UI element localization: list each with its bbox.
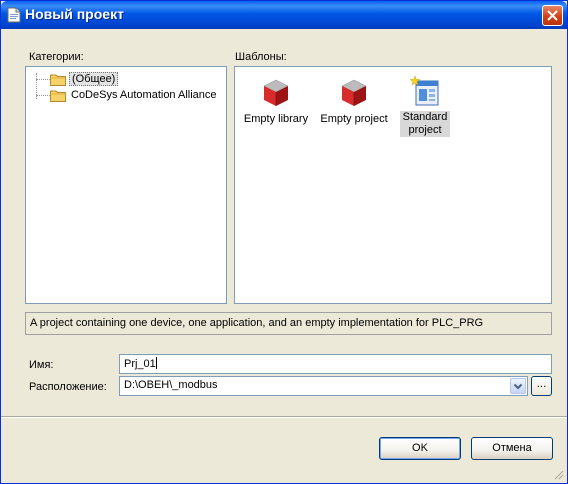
templates-list[interactable]: Empty library Empty project Standard pro… [234, 66, 552, 304]
close-button[interactable] [542, 5, 563, 26]
location-label: Расположение: [29, 381, 107, 393]
ok-button[interactable]: OK [379, 437, 461, 460]
category-item-general[interactable]: (Общее) [50, 71, 119, 87]
chevron-down-icon [513, 383, 523, 390]
text-caret [155, 357, 157, 369]
templates-label: Шаблоны: [235, 51, 287, 63]
categories-label: Категории: [29, 51, 84, 63]
new-project-dialog: Новый проект Категории: (Общее) CoDeSys … [0, 0, 568, 484]
folder-icon [50, 90, 66, 102]
tree-connector [36, 79, 50, 80]
document-icon [7, 7, 21, 23]
dialog-separator [1, 416, 567, 418]
template-label: Empty project [320, 113, 388, 125]
categories-tree[interactable]: (Общее) CoDeSys Automation Alliance [25, 66, 227, 304]
template-label: Empty library [243, 113, 309, 125]
template-standard-project[interactable]: Standard project [393, 75, 457, 137]
location-value: D:\ОВЕН\_modbus [124, 379, 218, 391]
browse-button[interactable]: ... [531, 376, 552, 396]
window-title: Новый проект [25, 6, 124, 22]
resize-grip-icon[interactable] [552, 468, 564, 480]
title-bar[interactable]: Новый проект [1, 1, 567, 29]
location-dropdown-button[interactable] [510, 378, 526, 394]
tree-connector [36, 95, 50, 96]
name-label: Имя: [29, 359, 54, 371]
category-label: (Общее) [69, 72, 119, 86]
template-empty-project[interactable]: Empty project [317, 77, 391, 126]
template-empty-library[interactable]: Empty library [239, 77, 313, 126]
cube-icon [341, 79, 367, 106]
close-icon [547, 10, 558, 21]
name-input[interactable]: Prj_01 [119, 354, 552, 374]
template-label: Standard project [400, 111, 450, 137]
template-description: A project containing one device, one app… [25, 312, 552, 335]
cancel-button[interactable]: Отмена [471, 437, 553, 460]
name-value: Prj_01 [124, 358, 156, 370]
cube-icon [263, 79, 289, 106]
standard-project-icon [409, 75, 439, 106]
category-label: CoDeSys Automation Alliance [71, 89, 217, 101]
folder-icon [50, 74, 66, 86]
category-item-codesys-alliance[interactable]: CoDeSys Automation Alliance [50, 87, 219, 103]
location-combobox[interactable]: D:\ОВЕН\_modbus [119, 376, 528, 396]
